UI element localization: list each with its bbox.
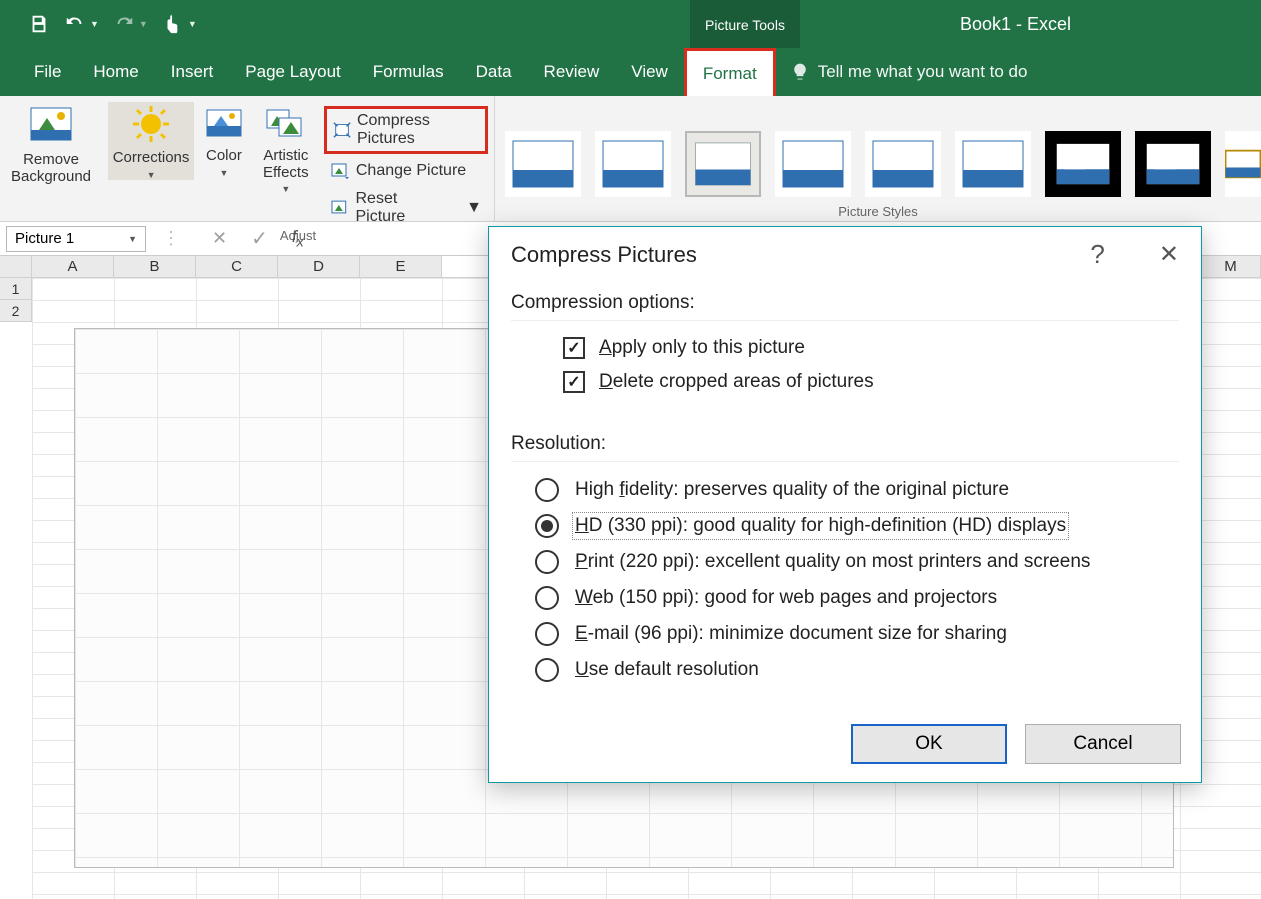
fx-icon[interactable]: fx (292, 227, 304, 250)
resolution-web-radio[interactable]: Web (150 ppi): good for web pages and pr… (511, 580, 1179, 616)
cancel-button[interactable]: Cancel (1025, 724, 1181, 764)
style-thumb-5[interactable] (865, 131, 941, 197)
compress-pictures-dialog: Compress Pictures ? ✕ Compression option… (488, 226, 1202, 783)
radio-icon (535, 478, 559, 502)
select-all-corner[interactable] (0, 256, 32, 277)
reset-picture-icon (330, 199, 350, 217)
row-header[interactable]: 2 (0, 300, 32, 322)
save-button[interactable] (28, 13, 50, 35)
redo-button[interactable]: ▼ (113, 13, 148, 35)
undo-button[interactable]: ▼ (64, 13, 99, 35)
col-header[interactable]: B (114, 256, 196, 277)
col-header[interactable]: D (278, 256, 360, 277)
compress-pictures-button[interactable]: Compress Pictures (324, 106, 488, 154)
ribbon-tabs: File Home Insert Page Layout Formulas Da… (0, 48, 1261, 96)
dialog-title: Compress Pictures (511, 242, 697, 268)
dialog-help-button[interactable]: ? (1090, 239, 1104, 270)
corrections-button[interactable]: Corrections▼ (108, 102, 194, 180)
col-header[interactable]: E (360, 256, 442, 277)
apply-only-checkbox[interactable]: Apply only to this picture (511, 331, 1179, 365)
tab-view[interactable]: View (615, 48, 684, 96)
tell-me-search[interactable]: Tell me what you want to do (790, 48, 1028, 96)
resolution-high-fidelity-radio[interactable]: High fidelity: preserves quality of the … (511, 472, 1179, 508)
resolution-label: Resolution: (511, 425, 1179, 462)
radio-icon (535, 622, 559, 646)
style-thumb-9[interactable] (1225, 131, 1261, 197)
change-picture-button[interactable]: Change Picture (324, 160, 488, 182)
resolution-print-radio[interactable]: Print (220 ppi): excellent quality on mo… (511, 544, 1179, 580)
row-header[interactable]: 1 (0, 278, 32, 300)
tab-file[interactable]: File (18, 48, 77, 96)
radio-icon (535, 550, 559, 574)
tab-formulas[interactable]: Formulas (357, 48, 460, 96)
delete-cropped-checkbox[interactable]: Delete cropped areas of pictures (511, 365, 1179, 399)
group-label-picture-styles: Picture Styles (838, 204, 917, 219)
app-title: Book1 - Excel (960, 14, 1071, 35)
remove-background-button[interactable]: Remove Background (6, 102, 96, 185)
ok-button[interactable]: OK (851, 724, 1007, 764)
style-thumb-1[interactable] (505, 131, 581, 197)
style-thumb-8[interactable] (1135, 131, 1211, 197)
contextual-tab-header: Picture Tools (690, 0, 800, 48)
resolution-hd-radio[interactable]: HD (330 ppi): good quality for high-defi… (511, 508, 1179, 544)
style-thumb-6[interactable] (955, 131, 1031, 197)
resolution-default-radio[interactable]: Use default resolution (511, 652, 1179, 688)
change-picture-icon (330, 162, 350, 180)
tab-insert[interactable]: Insert (155, 48, 230, 96)
tab-data[interactable]: Data (460, 48, 528, 96)
radio-icon (535, 586, 559, 610)
touch-mode-button[interactable]: ▼ (162, 13, 197, 35)
title-bar: ▼ ▼ ▼ Picture Tools Book1 - Excel (0, 0, 1261, 48)
tab-page-layout[interactable]: Page Layout (229, 48, 356, 96)
style-thumb-2[interactable] (595, 131, 671, 197)
dialog-close-button[interactable]: ✕ (1159, 240, 1179, 269)
resolution-email-radio[interactable]: E-mail (96 ppi): minimize document size … (511, 616, 1179, 652)
style-thumb-3[interactable] (685, 131, 761, 197)
cancel-formula-icon[interactable]: ✕ (212, 228, 227, 249)
radio-icon (535, 514, 559, 538)
ribbon: Remove Background Corrections▼ Color▼ Ar… (0, 96, 1261, 222)
lightbulb-icon (790, 62, 810, 82)
color-button[interactable]: Color▼ (200, 102, 248, 178)
checkbox-icon (563, 371, 585, 393)
compress-icon (333, 121, 351, 139)
tab-home[interactable]: Home (77, 48, 154, 96)
compression-options-label: Compression options: (511, 284, 1179, 321)
tab-format[interactable]: Format (684, 48, 776, 96)
enter-formula-icon[interactable]: ✓ (251, 226, 268, 251)
style-thumb-7[interactable] (1045, 131, 1121, 197)
quick-access-toolbar: ▼ ▼ ▼ (0, 13, 197, 35)
style-thumb-4[interactable] (775, 131, 851, 197)
name-box[interactable]: Picture 1▼ (6, 226, 146, 252)
reset-picture-button[interactable]: Reset Picture ▼ (324, 188, 488, 228)
col-header[interactable]: A (32, 256, 114, 277)
col-header[interactable]: M (1201, 256, 1261, 277)
col-header[interactable]: C (196, 256, 278, 277)
artistic-effects-button[interactable]: Artistic Effects▼ (254, 102, 318, 195)
checkbox-icon (563, 337, 585, 359)
tab-review[interactable]: Review (528, 48, 616, 96)
picture-styles-gallery[interactable]: Picture Styles (495, 96, 1261, 221)
radio-icon (535, 658, 559, 682)
